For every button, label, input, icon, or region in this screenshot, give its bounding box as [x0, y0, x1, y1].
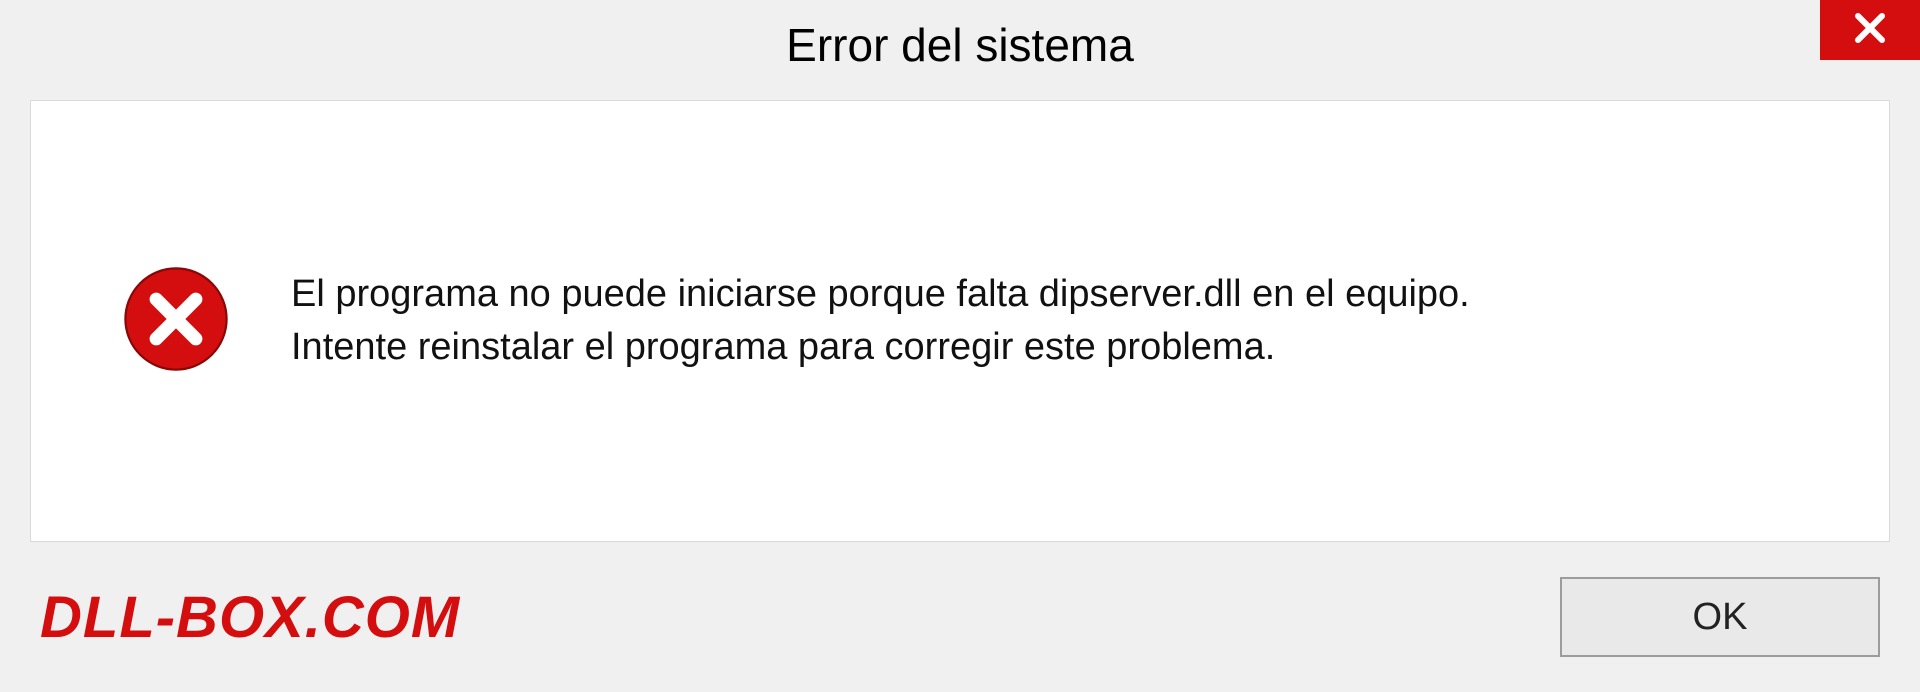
watermark-text: DLL-BOX.COM — [40, 584, 460, 651]
close-button[interactable] — [1820, 0, 1920, 60]
error-message-line2: Intente reinstalar el programa para corr… — [291, 321, 1470, 374]
ok-button[interactable]: OK — [1560, 577, 1880, 657]
error-message: El programa no puede iniciarse porque fa… — [291, 268, 1470, 374]
message-panel: El programa no puede iniciarse porque fa… — [30, 100, 1890, 542]
dialog-title: Error del sistema — [786, 18, 1134, 72]
titlebar: Error del sistema — [0, 0, 1920, 90]
dialog-footer: DLL-BOX.COM OK — [0, 542, 1920, 692]
error-icon — [121, 264, 231, 379]
close-icon — [1852, 10, 1888, 51]
error-message-line1: El programa no puede iniciarse porque fa… — [291, 268, 1470, 321]
